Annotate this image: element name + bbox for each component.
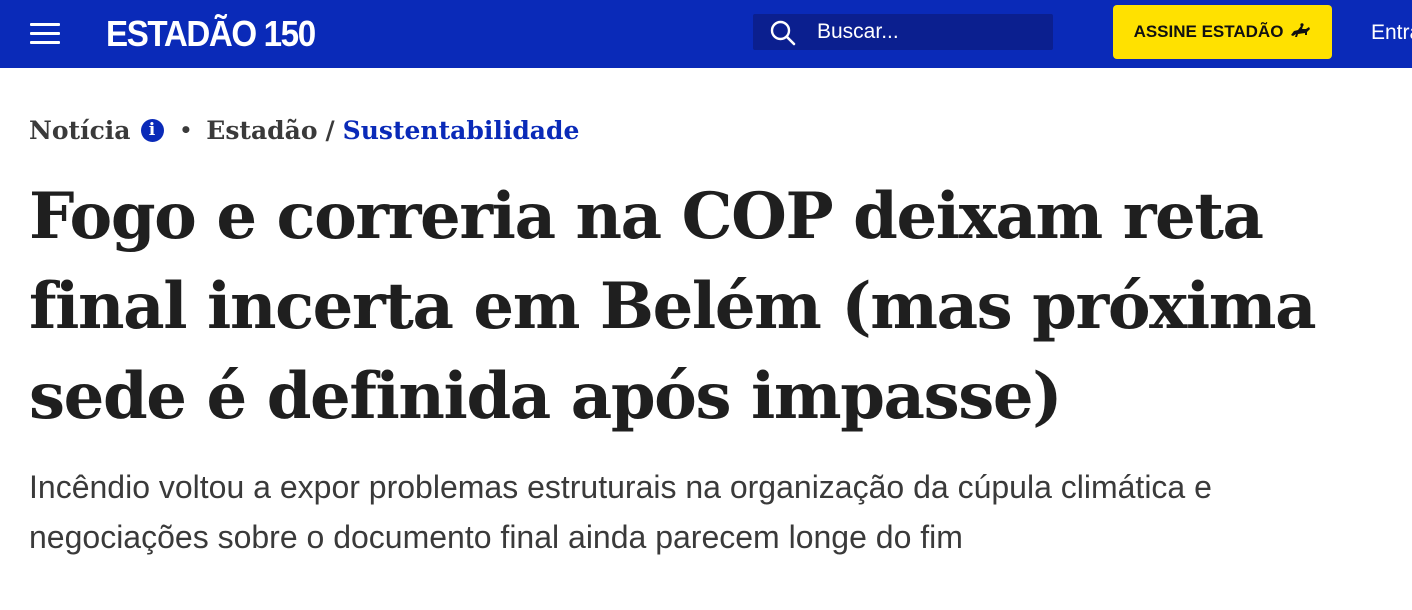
search-icon[interactable] [769, 19, 797, 47]
article-source: Estadão [206, 115, 318, 145]
horse-rider-icon [1291, 23, 1311, 37]
search-box[interactable] [753, 14, 1053, 50]
top-navigation-bar: ESTADÃO 150 ASSINE ESTADÃO Entrar [0, 0, 1412, 68]
meta-separator: / [325, 115, 335, 145]
article-headline: Fogo e correria na COP deixam reta final… [29, 179, 1317, 434]
subscribe-button[interactable]: ASSINE ESTADÃO [1113, 5, 1332, 59]
subscribe-label: ASSINE ESTADÃO [1133, 22, 1284, 41]
info-icon[interactable]: i [140, 118, 164, 142]
meta-bullet: • [179, 118, 193, 142]
article-subheadline: Incêndio voltou a expor problemas estrut… [29, 469, 1212, 555]
article-type-label: Notícia [29, 115, 131, 145]
login-link[interactable]: Entrar [1371, 18, 1412, 48]
search-input[interactable] [817, 14, 1047, 50]
site-logo[interactable]: ESTADÃO 150 [106, 12, 316, 56]
section-link-sustentabilidade[interactable]: Sustentabilidade [343, 116, 580, 145]
hamburger-menu-icon[interactable] [30, 23, 60, 45]
article-meta: Notícia i • Estadão / Sustentabilidade [29, 108, 579, 152]
